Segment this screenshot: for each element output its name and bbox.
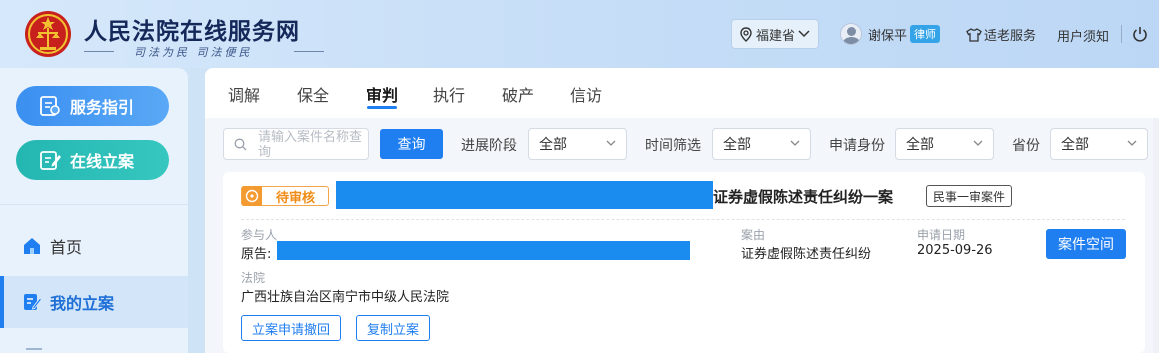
user-menu[interactable]: 谢保平 律师 — [840, 22, 941, 46]
case-type-tag: 民事一审案件 — [926, 185, 1013, 207]
court-emblem-icon — [25, 11, 71, 57]
identity-filter-label: 申请身份 — [829, 138, 885, 154]
case-search-box[interactable]: 请输入案件名称查询 — [223, 128, 369, 160]
region-label: 福建省 — [756, 28, 796, 44]
service-guide-label: 服务指引 — [70, 98, 135, 117]
edit-icon — [24, 294, 42, 310]
case-card: 待审核 证券虚假陈述责任纠纷一案 民事一审案件 参与人 原告: 案由 证券虚假陈… — [223, 172, 1145, 353]
withdraw-filing-button[interactable]: 立案申请撤回 — [241, 315, 342, 341]
progress-select[interactable]: 全部 — [528, 128, 627, 160]
avatar — [840, 23, 862, 45]
tab-petition[interactable]: 信访 — [570, 82, 602, 106]
chevron-down-icon — [606, 140, 616, 146]
location-pin-icon — [740, 26, 752, 42]
online-filing-button[interactable]: 在线立案 — [16, 140, 169, 180]
time-filter-label: 时间筛选 — [645, 138, 701, 154]
edit-document-icon — [40, 151, 61, 170]
tab-bar: 调解 保全 审判 执行 破产 信访 — [205, 68, 1159, 118]
sidebar-item-label: 首页 — [50, 238, 83, 257]
sidebar-item-label: 我的立案 — [50, 294, 115, 313]
region-selector[interactable]: 福建省 — [731, 19, 819, 49]
shirt-icon — [966, 27, 982, 42]
cause-label: 案由 — [741, 228, 766, 242]
site-title: 人民法院在线服务网 — [84, 18, 300, 45]
case-title: 证券虚假陈述责任纠纷一案 — [713, 188, 894, 206]
court-value: 广西壮族自治区南宁市中级人民法院 — [241, 290, 450, 305]
tab-preservation[interactable]: 保全 — [297, 82, 329, 106]
province-select[interactable]: 全部 — [1050, 128, 1148, 160]
site-slogan: 司法为民 司法便民 — [84, 44, 344, 59]
sidebar-item-home[interactable]: 首页 — [0, 220, 188, 272]
elder-service-button[interactable]: 适老服务 — [966, 25, 1036, 44]
user-notice-link[interactable]: 用户须知 — [1057, 26, 1109, 45]
chevron-down-icon — [790, 140, 800, 146]
time-select[interactable]: 全部 — [712, 128, 811, 160]
card-divider — [241, 219, 1125, 220]
identity-select[interactable]: 全部 — [895, 128, 994, 160]
case-space-button[interactable]: 案件空间 — [1046, 229, 1126, 259]
tab-bankruptcy[interactable]: 破产 — [502, 82, 534, 106]
header-divider — [1121, 25, 1122, 43]
scrollbar-track[interactable] — [1153, 118, 1159, 353]
main-panel: 调解 保全 审判 执行 破产 信访 请输入案件名称查询 查询 进展阶段 全部 时… — [205, 68, 1159, 353]
clock-icon — [242, 186, 262, 206]
plaintiff-prefix: 原告: — [241, 247, 272, 262]
tab-trial[interactable]: 审判 — [366, 82, 398, 106]
slogan-text: 司法为民 司法便民 — [134, 46, 253, 59]
progress-filter-label: 进展阶段 — [461, 138, 517, 154]
date-value: 2025-09-26 — [917, 243, 993, 258]
progress-select-value: 全部 — [539, 137, 567, 153]
chevron-down-icon — [1127, 140, 1137, 146]
date-label: 申请日期 — [917, 228, 966, 242]
user-name: 谢保平 — [868, 28, 908, 44]
cause-value: 证券虚假陈述责任纠纷 — [741, 247, 872, 262]
guide-book-icon — [40, 96, 60, 116]
chevron-down-icon — [973, 140, 983, 146]
redacted-case-title — [336, 181, 713, 209]
court-label: 法院 — [241, 271, 266, 285]
home-icon — [24, 238, 40, 254]
online-filing-label: 在线立案 — [70, 152, 135, 171]
redacted-plaintiff — [277, 241, 690, 260]
active-tab-indicator — [367, 106, 397, 109]
copy-filing-button[interactable]: 复制立案 — [356, 315, 431, 341]
elder-service-label: 适老服务 — [984, 29, 1037, 44]
service-guide-button[interactable]: 服务指引 — [16, 86, 169, 126]
search-icon — [234, 138, 247, 151]
province-select-value: 全部 — [1061, 137, 1089, 153]
tab-mediation[interactable]: 调解 — [228, 82, 260, 106]
sidebar-divider — [0, 204, 188, 205]
chevron-down-icon — [798, 30, 810, 38]
time-select-value: 全部 — [723, 137, 751, 153]
power-icon[interactable] — [1132, 26, 1148, 42]
role-badge: 律师 — [910, 25, 941, 43]
sidebar-more-indicator — [26, 348, 42, 353]
top-header: 人民法院在线服务网 司法为民 司法便民 福建省 谢保平 律师 适老服务 用户须知 — [0, 0, 1159, 68]
participants-label: 参与人 — [241, 228, 278, 242]
query-button[interactable]: 查询 — [380, 129, 443, 159]
identity-select-value: 全部 — [906, 137, 934, 153]
search-input[interactable] — [256, 131, 366, 159]
status-text: 待审核 — [276, 190, 316, 206]
sidebar-item-my-filings[interactable]: 我的立案 — [0, 276, 188, 328]
sidebar: 服务指引 在线立案 首页 我的立案 — [0, 68, 188, 353]
province-filter-label: 省份 — [1012, 138, 1040, 154]
tab-execution[interactable]: 执行 — [433, 82, 465, 106]
status-badge: 待审核 — [241, 186, 329, 206]
